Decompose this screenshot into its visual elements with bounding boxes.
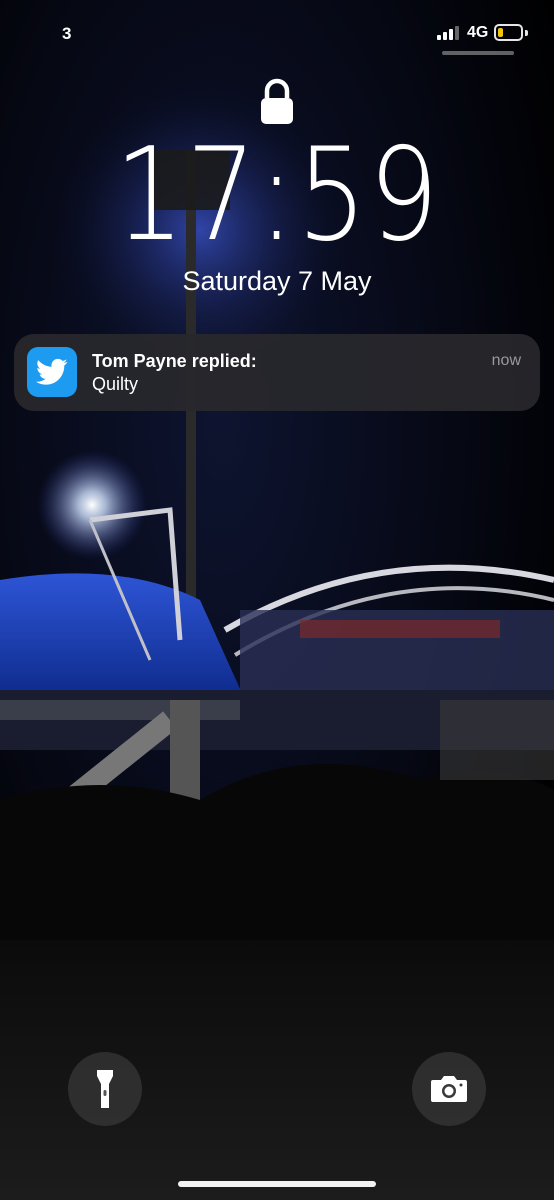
battery-level-fill (498, 28, 503, 37)
battery-cap (525, 30, 528, 36)
camera-button[interactable] (412, 1052, 486, 1126)
twitter-icon (36, 358, 68, 385)
lock-screen-date: Saturday 7 May (182, 266, 372, 296)
lock-screen-time: 17:59 (0, 132, 554, 260)
network-type-label: 4G (467, 24, 489, 41)
lock-screen: 3 4G 17:59 Saturday 7 May Tom Payne repl… (0, 0, 554, 1200)
control-center-indicator[interactable] (442, 51, 514, 55)
carrier-label: 3 (62, 24, 72, 43)
notification-time: now (491, 352, 521, 369)
signal-strength-icon (437, 26, 459, 40)
twitter-app-icon (27, 347, 77, 397)
notification-card[interactable]: Tom Payne replied: Quilty now (14, 334, 540, 411)
lock-icon (261, 78, 293, 124)
flashlight-icon (97, 1070, 113, 1108)
home-indicator[interactable] (178, 1181, 376, 1187)
notification-body: Quilty (92, 374, 139, 394)
camera-icon (431, 1076, 467, 1102)
notification-title: Tom Payne replied: (92, 351, 257, 371)
battery-icon (494, 24, 523, 41)
flashlight-button[interactable] (68, 1052, 142, 1126)
time-text: 17:59 (114, 121, 440, 270)
status-bar: 3 4G (0, 0, 554, 60)
